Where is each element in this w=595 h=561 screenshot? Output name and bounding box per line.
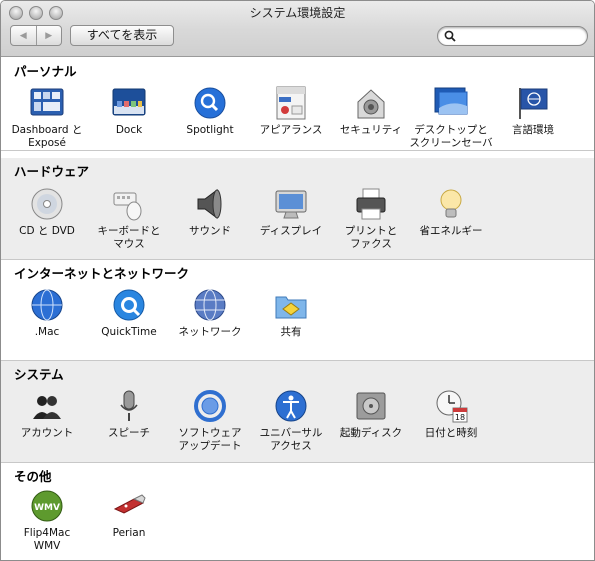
section-title-personal: パーソナル xyxy=(14,64,77,79)
section-title-other: その他 xyxy=(14,469,52,484)
pane-label: プリントと ファクス xyxy=(344,225,398,250)
pane-software-update[interactable]: ソフトウェア アップデート xyxy=(168,389,252,453)
pane-label: セキュリティ xyxy=(339,124,403,136)
pane-label: デスクトップと スクリーンセーバ xyxy=(409,124,493,149)
appearance-icon xyxy=(274,86,308,120)
section-divider xyxy=(1,150,594,151)
back-button[interactable]: ◀ xyxy=(11,26,36,45)
section-other: その他 WMV Flip4Mac WMV Perian xyxy=(1,463,594,560)
pane-label: ディスプレイ xyxy=(259,225,323,237)
pane-label: Spotlight xyxy=(186,124,234,136)
pane-label: キーボードと マウス xyxy=(97,225,161,250)
system-preferences-window: システム環境設定 ◀ ▶ すべてを表示 パーソナル Dashboard と Ex… xyxy=(0,0,595,561)
security-icon xyxy=(354,86,388,120)
pane-date-time[interactable]: 18 日付と時刻 xyxy=(409,389,493,440)
pane-accounts[interactable]: アカウント xyxy=(5,389,89,440)
pane-label: 起動ディスク xyxy=(339,427,403,439)
flip4mac-icon: WMV xyxy=(30,489,64,523)
sharing-icon xyxy=(274,288,308,322)
navigation-buttons: ◀ ▶ xyxy=(10,25,62,46)
pane-label: アピアランス xyxy=(259,124,323,136)
pane-network[interactable]: ネットワーク xyxy=(168,288,252,339)
pane-label: スピーチ xyxy=(108,427,150,439)
pane-dotmac[interactable]: .Mac xyxy=(5,288,89,339)
pane-label: 言語環境 xyxy=(512,124,554,136)
flip4mac-badge: WMV xyxy=(34,503,60,513)
startup-disk-icon xyxy=(354,389,388,423)
show-all-button[interactable]: すべてを表示 xyxy=(70,25,174,46)
pane-label: ネットワーク xyxy=(178,326,242,338)
pane-label: アカウント xyxy=(20,427,74,439)
pane-label: Dock xyxy=(115,124,143,136)
spotlight-icon xyxy=(193,86,227,120)
section-title-system: システム xyxy=(14,367,64,382)
pane-sound[interactable]: サウンド xyxy=(168,187,252,238)
dock-icon xyxy=(112,86,146,120)
international-icon xyxy=(516,86,550,120)
pane-dock[interactable]: Dock xyxy=(87,86,171,137)
section-internet-network: インターネットとネットワーク .Mac QuickTime ネットワーク 共有 xyxy=(1,260,594,361)
pane-speech[interactable]: スピーチ xyxy=(87,389,171,440)
pane-label: ユニバーサル アクセス xyxy=(259,427,323,452)
pane-label: Flip4Mac WMV xyxy=(23,527,71,552)
section-system: システム アカウント スピーチ ソフトウェア アップデート ユニバーサル アクセ… xyxy=(1,361,594,462)
accounts-icon xyxy=(30,389,64,423)
perian-icon xyxy=(112,489,146,523)
pane-spotlight[interactable]: Spotlight xyxy=(168,86,252,137)
pane-international[interactable]: 言語環境 xyxy=(491,86,575,137)
pane-sharing[interactable]: 共有 xyxy=(249,288,333,339)
pane-display[interactable]: ディスプレイ xyxy=(249,187,333,238)
pane-universal-access[interactable]: ユニバーサル アクセス xyxy=(249,389,333,453)
universal-access-icon xyxy=(274,389,308,423)
pane-energy-saver[interactable]: 省エネルギー xyxy=(409,187,493,238)
sound-icon xyxy=(193,187,227,221)
quicktime-icon xyxy=(112,288,146,322)
cd-dvd-icon xyxy=(30,187,64,221)
pane-label: QuickTime xyxy=(101,326,157,338)
search-icon xyxy=(444,30,456,42)
pane-cd-dvd[interactable]: CD と DVD xyxy=(5,187,89,238)
window-title: システム環境設定 xyxy=(249,6,346,20)
forward-button[interactable]: ▶ xyxy=(35,26,62,45)
keyboard-mouse-icon xyxy=(112,187,146,221)
section-hardware: ハードウェア CD と DVD キーボードと マウス サウンド ディスプレイ プ… xyxy=(1,158,594,259)
pane-label: 日付と時刻 xyxy=(424,427,478,439)
pane-label: Dashboard と Exposé xyxy=(11,124,83,149)
toolbar: システム環境設定 ◀ ▶ すべてを表示 xyxy=(1,1,594,57)
pane-label: Perian xyxy=(112,527,146,539)
speech-icon xyxy=(112,389,146,423)
search-field[interactable] xyxy=(437,26,588,46)
pane-perian[interactable]: Perian xyxy=(87,489,171,540)
date-time-icon: 18 xyxy=(434,389,468,423)
pane-label: 共有 xyxy=(280,326,302,338)
search-input[interactable] xyxy=(459,28,581,44)
pane-desktop-screensaver[interactable]: デスクトップと スクリーンセーバ xyxy=(409,86,493,150)
pane-flip4mac[interactable]: WMV Flip4Mac WMV xyxy=(5,489,89,553)
section-title-internet-network: インターネットとネットワーク xyxy=(14,266,190,281)
print-fax-icon xyxy=(354,187,388,221)
section-personal: パーソナル Dashboard と Exposé Dock Spotlight … xyxy=(1,58,594,150)
section-title-hardware: ハードウェア xyxy=(14,164,90,179)
network-icon xyxy=(193,288,227,322)
pane-label: CD と DVD xyxy=(19,225,75,237)
pane-label: ソフトウェア アップデート xyxy=(178,427,242,452)
pane-label: 省エネルギー xyxy=(419,225,483,237)
energy-saver-icon xyxy=(434,187,468,221)
calendar-day-number: 18 xyxy=(455,413,465,422)
pane-label: サウンド xyxy=(189,225,231,237)
pane-print-fax[interactable]: プリントと ファクス xyxy=(329,187,413,251)
pane-appearance[interactable]: アピアランス xyxy=(249,86,333,137)
dotmac-icon xyxy=(30,288,64,322)
pane-dashboard-expose[interactable]: Dashboard と Exposé xyxy=(5,86,89,150)
pane-label: .Mac xyxy=(34,326,60,338)
pane-security[interactable]: セキュリティ xyxy=(329,86,413,137)
dashboard-expose-icon xyxy=(30,86,64,120)
pane-keyboard-mouse[interactable]: キーボードと マウス xyxy=(87,187,171,251)
desktop-screensaver-icon xyxy=(434,86,468,120)
pane-startup-disk[interactable]: 起動ディスク xyxy=(329,389,413,440)
software-update-icon xyxy=(193,389,227,423)
pane-quicktime[interactable]: QuickTime xyxy=(87,288,171,339)
display-icon xyxy=(274,187,308,221)
